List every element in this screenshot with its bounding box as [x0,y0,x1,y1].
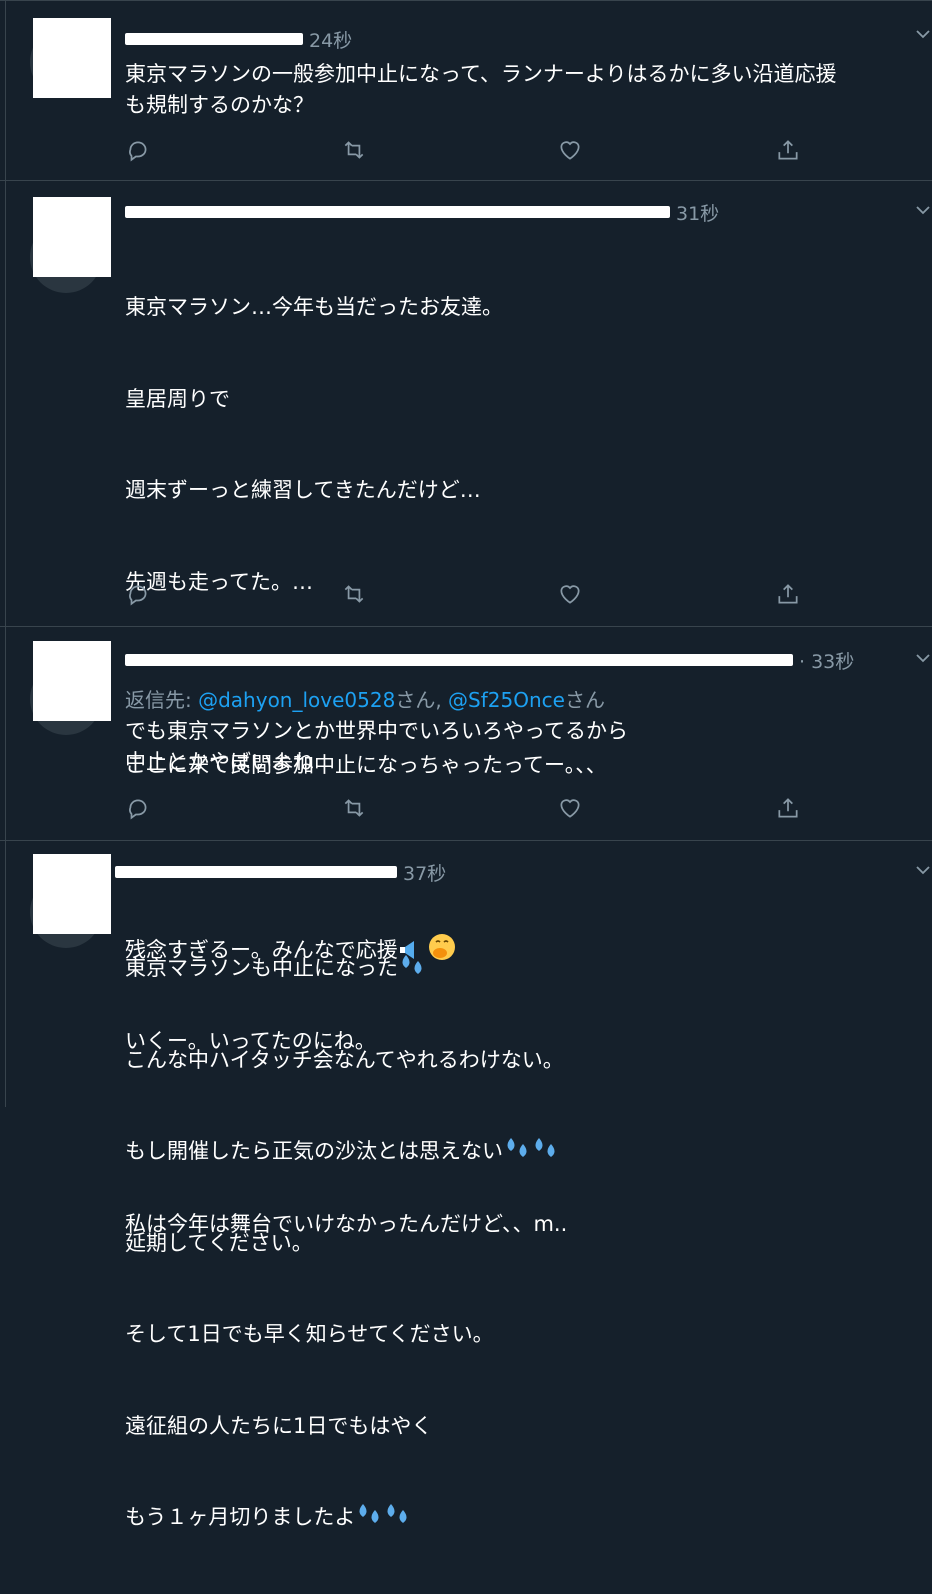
chevron-down-icon[interactable] [916,863,930,877]
retweet-button[interactable] [341,581,371,611]
timestamp[interactable]: 31秒 [676,199,719,226]
avatar[interactable] [30,641,111,735]
chevron-down-icon[interactable] [916,27,930,41]
timestamp[interactable]: 24秒 [309,26,352,53]
timestamp[interactable]: · 33秒 [799,647,854,674]
avatar[interactable] [30,18,111,100]
chevron-down-icon[interactable] [916,203,930,217]
tweet[interactable]: 31秒 東京マラソン…今年も当だったお友達。 皇居周りで 週末ずーっと練習してき… [0,180,932,1236]
heart-icon [560,141,580,160]
tweet-header: 31秒 [125,198,719,226]
reply-button[interactable] [125,137,155,167]
tweet[interactable]: · 33秒 返信先: @dahyon_love0528さん, @Sf25Once… [0,626,932,841]
redacted-name[interactable] [125,33,303,45]
sweat-droplets-icon [507,1138,527,1157]
tweet-header: · 33秒 [125,646,854,674]
retweet-icon [344,799,364,817]
retweet-icon [344,585,364,603]
tweet-actions [125,581,815,611]
sweat-droplets-icon [402,955,422,974]
mention-link[interactable]: @Sf25Once [448,688,565,712]
reply-context: 返信先: @dahyon_love0528さん, @Sf25Onceさん [125,688,605,712]
reply-icon [129,585,147,606]
heart-icon [560,799,580,818]
retweet-button[interactable] [341,137,371,167]
avatar[interactable] [30,197,111,295]
reply-button[interactable] [125,795,155,825]
reply-icon [129,141,147,162]
like-button[interactable] [557,795,587,825]
retweet-button[interactable] [341,795,371,825]
tweet[interactable]: 37秒 東京マラソンも中止になった こんな中ハイタッチ会なんてやれるわけない。 … [0,840,932,1529]
tweet-actions [125,137,815,167]
share-icon [778,584,798,604]
like-button[interactable] [557,581,587,611]
divider [5,841,6,1107]
share-button[interactable] [775,795,805,825]
tweet[interactable]: 24秒 東京マラソンの一般参加中止になって、ランナーよりはるかに多い沿道応援 も規… [0,0,932,181]
share-icon [778,798,798,818]
like-button[interactable] [557,137,587,167]
timeline-feed: 24秒 東京マラソンの一般参加中止になって、ランナーよりはるかに多い沿道応援 も規… [0,0,932,1529]
reply-icon [129,799,147,820]
divider [5,1,6,181]
tweet-header: 37秒 [115,858,446,886]
tweet-header: 24秒 [125,25,352,53]
retweet-icon [344,141,364,159]
avatar[interactable] [30,854,111,948]
tweet-text: 東京マラソンも中止になった こんな中ハイタッチ会なんてやれるわけない。 もし開催… [125,892,932,1594]
redacted-name[interactable] [125,654,793,666]
tweet-text: 東京マラソンの一般参加中止になって、ランナーよりはるかに多い沿道応援 も規制するの… [125,62,837,117]
share-button[interactable] [775,137,805,167]
sweat-droplets-icon [387,1504,407,1523]
tweet-text: でも東京マラソンとか世界中でいろいろやってるから 中止とかやばいよね [125,719,628,774]
tweet-actions [125,795,815,825]
divider [5,627,6,841]
redacted-name[interactable] [125,206,670,218]
sweat-droplets-icon [535,1138,555,1157]
redacted-name[interactable] [115,866,397,878]
heart-icon [560,585,580,604]
reply-button[interactable] [125,581,155,611]
chevron-down-icon[interactable] [916,651,930,665]
share-icon [778,140,798,160]
divider [5,181,6,627]
mention-link[interactable]: @dahyon_love0528 [198,688,395,712]
share-button[interactable] [775,581,805,611]
sweat-droplets-icon [359,1504,379,1523]
timestamp[interactable]: 37秒 [403,859,446,886]
